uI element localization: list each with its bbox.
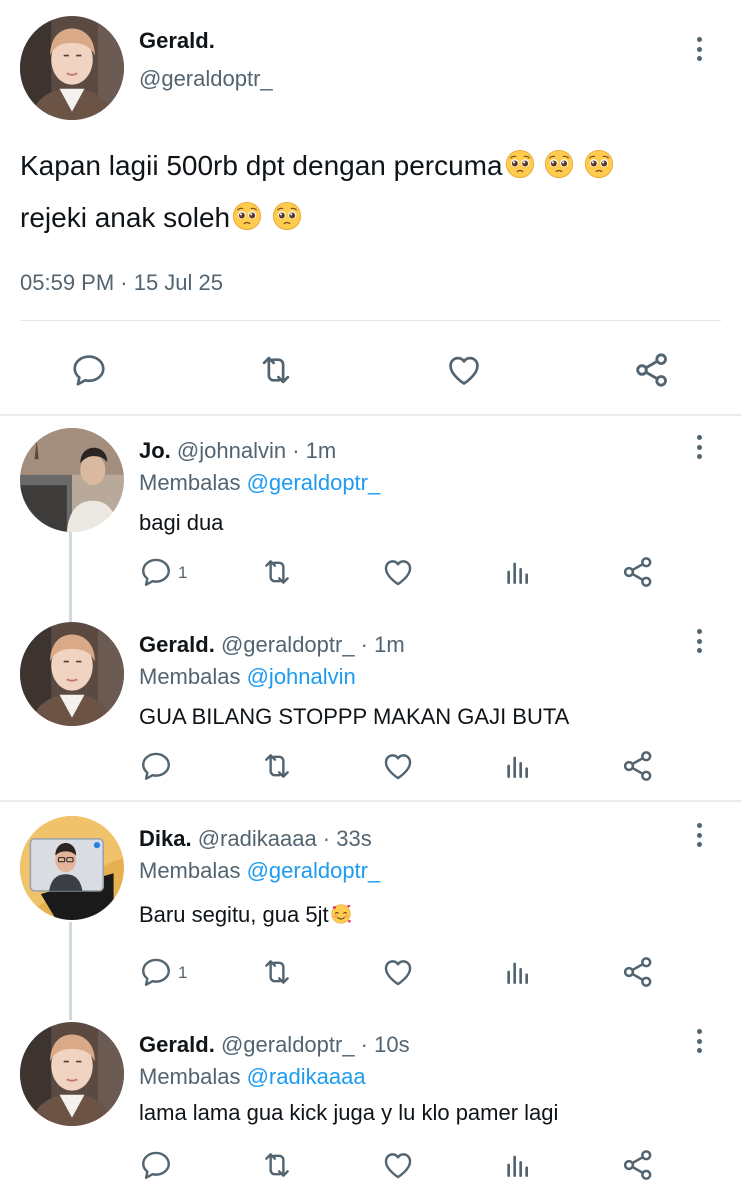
author-handle[interactable]: @geraldoptr_ — [139, 66, 273, 92]
mention-link[interactable]: @geraldoptr_ — [247, 858, 381, 883]
retweet-icon[interactable] — [259, 1148, 295, 1182]
views-icon[interactable] — [502, 749, 534, 783]
tweet-text-line-2: rejeki anak soleh — [20, 202, 231, 233]
like-icon[interactable] — [380, 955, 416, 989]
share-icon[interactable] — [620, 954, 656, 990]
pleading-face-emoji — [544, 149, 574, 179]
replying-label: Membalas — [139, 1064, 247, 1089]
reply-text: bagi dua — [139, 510, 224, 535]
reply-header: Gerald. @geraldoptr_ · 10s — [139, 1032, 410, 1058]
reply-header: Dika. @radikaaaa · 33s — [139, 826, 372, 852]
reply-icon[interactable] — [139, 749, 173, 783]
more-options-icon[interactable] — [689, 34, 709, 64]
pleading-face-emoji — [584, 149, 614, 179]
avatar[interactable] — [20, 816, 124, 920]
avatar[interactable] — [20, 622, 124, 726]
replying-to: Membalas @geraldoptr_ — [139, 858, 380, 884]
mention-link[interactable]: @radikaaaa — [247, 1064, 366, 1089]
share-icon[interactable] — [632, 350, 672, 390]
author-name[interactable]: Dika. — [139, 826, 192, 851]
replying-label: Membalas — [139, 858, 247, 883]
author-name[interactable]: Gerald. — [139, 632, 215, 657]
tweet-timestamp[interactable]: 05:59 PM · 15 Jul 25 — [20, 270, 223, 296]
like-icon[interactable] — [380, 749, 416, 783]
reply-icon[interactable] — [70, 351, 108, 389]
share-icon[interactable] — [620, 554, 656, 590]
reply-icon[interactable] — [139, 555, 173, 589]
views-icon[interactable] — [502, 555, 534, 589]
author-name[interactable]: Jo. — [139, 438, 171, 463]
avatar[interactable] — [20, 1022, 124, 1126]
divider — [20, 320, 721, 321]
retweet-icon[interactable] — [259, 555, 295, 589]
tweet-text-line-1: Kapan lagii 500rb dpt dengan percuma — [20, 150, 503, 181]
author-name[interactable]: Gerald. — [139, 1032, 215, 1057]
author-meta[interactable]: @johnalvin · 1m — [177, 438, 336, 463]
replying-label: Membalas — [139, 470, 247, 495]
like-icon[interactable] — [380, 1148, 416, 1182]
reply-count: 1 — [178, 963, 188, 982]
reply-text: GUA BILANG STOPPP MAKAN GAJI BUTA — [139, 704, 570, 729]
pleading-face-emoji — [232, 201, 262, 231]
reply-item[interactable]: Dika. @radikaaaa · 33s Membalas @geraldo… — [0, 820, 741, 1010]
pleading-face-emoji — [272, 201, 302, 231]
views-icon[interactable] — [502, 1148, 534, 1182]
replying-label: Membalas — [139, 664, 247, 689]
tweet-text-line: Kapan lagii 500rb dpt dengan percuma — [20, 140, 720, 192]
author-meta[interactable]: @geraldoptr_ · 10s — [221, 1032, 410, 1057]
retweet-icon[interactable] — [259, 955, 295, 989]
reply-text: Baru segitu, gua 5jt — [139, 902, 329, 927]
reply-item[interactable]: Jo. @johnalvin · 1m Membalas @geraldoptr… — [0, 432, 741, 612]
views-icon[interactable] — [502, 955, 534, 989]
section-separator — [0, 800, 741, 802]
reply-header: Gerald. @geraldoptr_ · 1m — [139, 632, 405, 658]
smiling-face-with-hearts-emoji — [330, 903, 352, 925]
replying-to: Membalas @geraldoptr_ — [139, 470, 380, 496]
reply-icon[interactable] — [139, 955, 173, 989]
author-meta[interactable]: @radikaaaa · 33s — [198, 826, 372, 851]
mention-link[interactable]: @geraldoptr_ — [247, 470, 381, 495]
like-icon[interactable] — [380, 555, 416, 589]
reply-header: Jo. @johnalvin · 1m — [139, 438, 336, 464]
more-options-icon[interactable] — [689, 820, 709, 850]
share-icon[interactable] — [620, 748, 656, 784]
like-icon[interactable] — [444, 351, 484, 389]
section-separator — [0, 414, 741, 416]
avatar[interactable] — [20, 16, 124, 120]
author-name[interactable]: Gerald. — [139, 28, 215, 54]
reply-icon[interactable] — [139, 1148, 173, 1182]
mention-link[interactable]: @johnalvin — [247, 664, 356, 689]
reply-text: lama lama gua kick juga y lu klo pamer l… — [139, 1100, 559, 1125]
tweet-text: Kapan lagii 500rb dpt dengan percuma rej… — [20, 140, 720, 244]
reply-item[interactable]: Gerald. @geraldoptr_ · 1m Membalas @john… — [0, 626, 741, 796]
retweet-icon[interactable] — [259, 749, 295, 783]
tweet-text-line: rejeki anak soleh — [20, 192, 720, 244]
reply-count: 1 — [178, 563, 188, 582]
replying-to: Membalas @radikaaaa — [139, 1064, 366, 1090]
avatar[interactable] — [20, 428, 124, 532]
author-meta[interactable]: @geraldoptr_ · 1m — [221, 632, 405, 657]
replying-to: Membalas @johnalvin — [139, 664, 356, 690]
more-options-icon[interactable] — [689, 1026, 709, 1056]
reply-text-row: Baru segitu, gua 5jt — [139, 902, 352, 928]
more-options-icon[interactable] — [689, 626, 709, 656]
retweet-icon[interactable] — [256, 351, 296, 389]
reply-item[interactable]: Gerald. @geraldoptr_ · 10s Membalas @rad… — [0, 1026, 741, 1200]
share-icon[interactable] — [620, 1147, 656, 1183]
pleading-face-emoji — [505, 149, 535, 179]
more-options-icon[interactable] — [689, 432, 709, 462]
